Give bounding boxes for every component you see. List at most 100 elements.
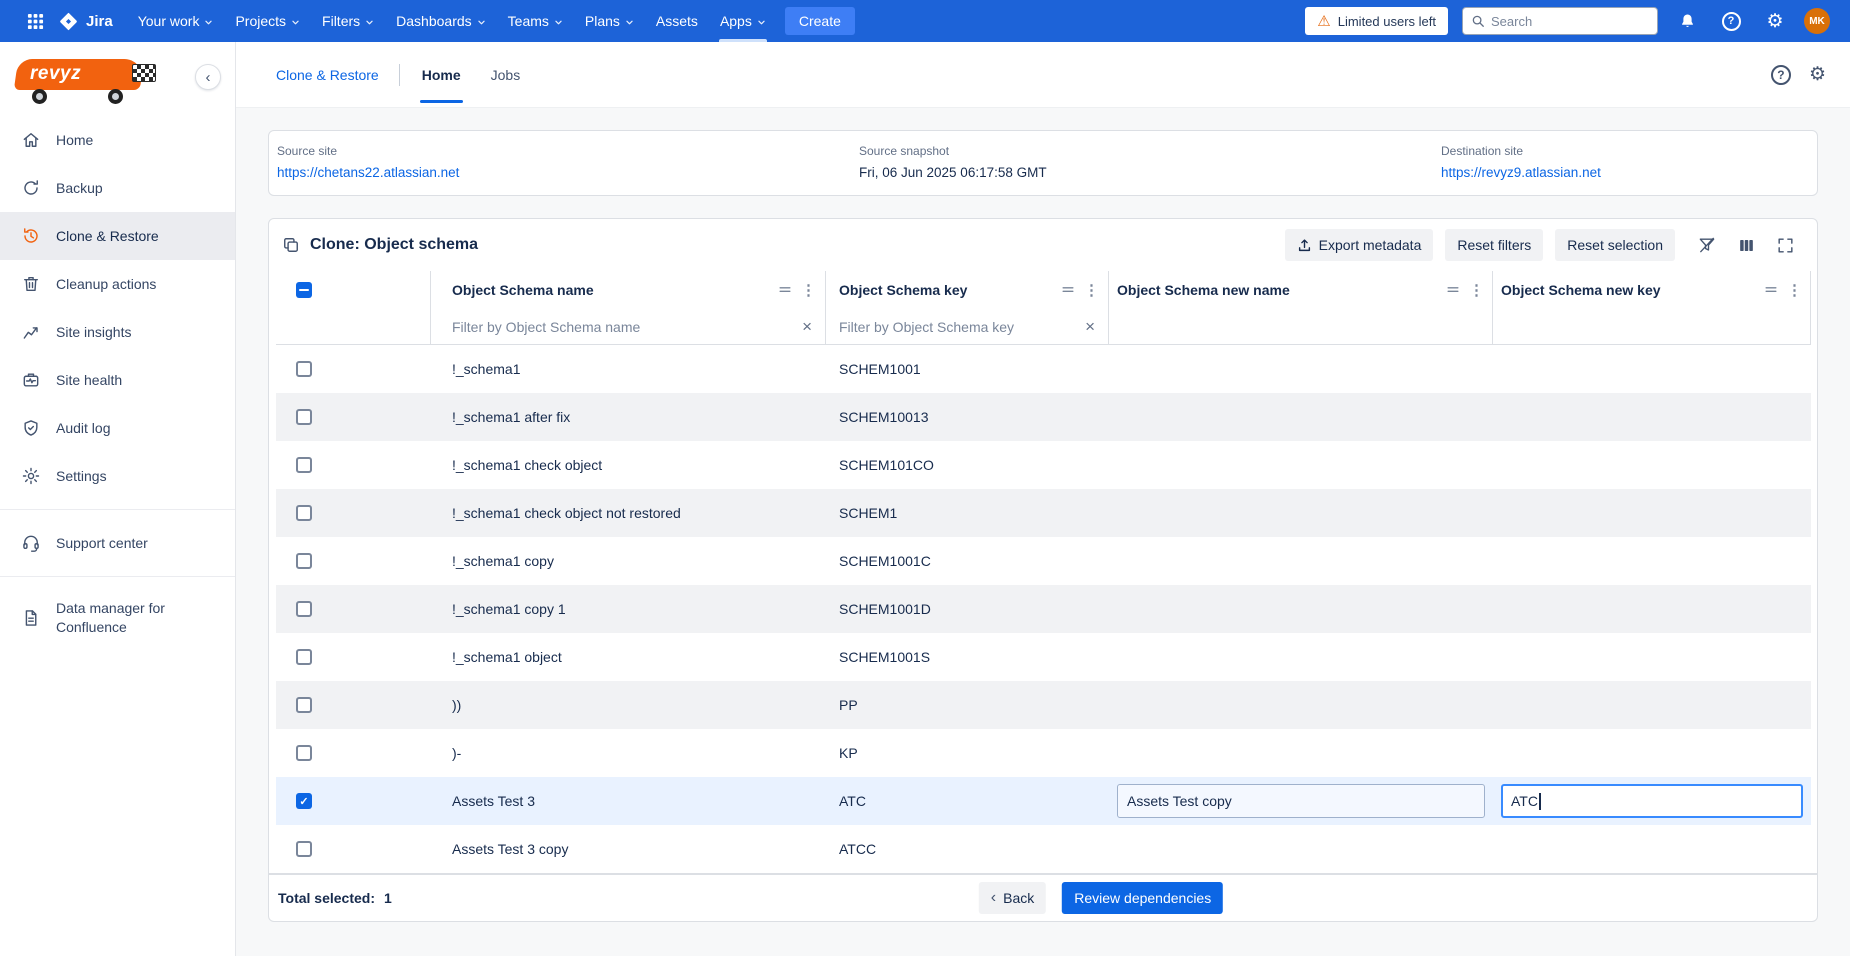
reset-selection-button[interactable]: Reset selection xyxy=(1555,229,1675,261)
limited-users-button[interactable]: ⚠ Limited users left xyxy=(1305,7,1448,35)
sidebar-item-settings[interactable]: Settings xyxy=(0,452,235,500)
text-caret xyxy=(1539,793,1541,810)
create-button[interactable]: Create xyxy=(785,7,855,35)
row-checkbox[interactable] xyxy=(296,841,312,857)
schema-new-name-cell xyxy=(1109,681,1493,729)
nav-item-your-work[interactable]: Your work xyxy=(127,0,225,42)
back-label: Back xyxy=(1003,890,1034,906)
filter-key-input[interactable] xyxy=(839,319,1082,335)
product-name: Jira xyxy=(86,13,113,30)
nav-item-label: Plans xyxy=(585,13,620,29)
table-row: !_schema1 check object SCHEM101CO xyxy=(276,441,1811,489)
new-name-input[interactable] xyxy=(1117,784,1485,818)
row-checkbox-cell xyxy=(276,537,431,585)
sidebar-item-label: Cleanup actions xyxy=(56,276,156,292)
schema-key-cell: ATCC xyxy=(826,825,1109,873)
select-all-checkbox[interactable] xyxy=(296,282,312,298)
hide-filters-icon[interactable] xyxy=(1697,235,1717,255)
schema-new-name-cell xyxy=(1109,825,1493,873)
tab-jobs[interactable]: Jobs xyxy=(489,42,523,108)
panel-title-wrap: Clone: Object schema xyxy=(281,235,478,255)
clone-info-card: Source site https://chetans22.atlassian.… xyxy=(268,130,1818,196)
drag-handle-icon[interactable] xyxy=(778,283,792,297)
sidebar-item-home[interactable]: Home xyxy=(0,116,235,164)
column-label: Object Schema new name xyxy=(1117,282,1290,298)
filter-name-input[interactable] xyxy=(452,319,799,335)
sidebar-item-audit-log[interactable]: Audit log xyxy=(0,404,235,452)
new-key-input[interactable]: ATC xyxy=(1501,784,1803,818)
row-checkbox[interactable] xyxy=(296,409,312,425)
clear-filter-icon[interactable]: × xyxy=(799,318,815,335)
review-dependencies-button[interactable]: Review dependencies xyxy=(1062,882,1223,914)
nav-help-button[interactable]: ? xyxy=(1716,6,1746,36)
drag-handle-icon[interactable] xyxy=(1446,283,1460,297)
sidebar-item-site-health[interactable]: Site health xyxy=(0,356,235,404)
schema-new-key-cell xyxy=(1493,393,1811,441)
destination-site-link[interactable]: https://revyz9.atlassian.net xyxy=(1441,165,1801,180)
tab-home[interactable]: Home xyxy=(420,42,463,108)
app-help-icon[interactable]: ? xyxy=(1771,65,1791,85)
row-checkbox[interactable] xyxy=(296,793,312,809)
reset-filters-button[interactable]: Reset filters xyxy=(1445,229,1543,261)
columns-icon[interactable] xyxy=(1737,236,1756,255)
home-icon xyxy=(20,129,42,151)
sidebar-item-backup[interactable]: Backup xyxy=(0,164,235,212)
column-menu-icon[interactable]: ⋮ xyxy=(1084,283,1099,298)
nav-item-projects[interactable]: Projects xyxy=(224,0,311,42)
search-input[interactable] xyxy=(1491,14,1649,29)
column-menu-icon[interactable]: ⋮ xyxy=(801,283,816,298)
tab-divider xyxy=(399,64,400,86)
sidebar-collapse-button[interactable]: ‹ xyxy=(195,64,221,90)
sidebar-item-cleanup-actions[interactable]: Cleanup actions xyxy=(0,260,235,308)
chevron-down-icon xyxy=(625,18,634,27)
app-settings-icon[interactable]: ⚙ xyxy=(1809,65,1826,84)
column-menu-icon[interactable]: ⋮ xyxy=(1787,283,1802,298)
table-row: )- KP xyxy=(276,729,1811,777)
row-checkbox[interactable] xyxy=(296,457,312,473)
clear-filter-icon[interactable]: × xyxy=(1082,318,1098,335)
app-title[interactable]: Clone & Restore xyxy=(276,67,379,83)
column-controls: ⋮ xyxy=(1061,283,1099,298)
total-selected-label: Total selected: xyxy=(278,890,375,906)
nav-item-assets[interactable]: Assets xyxy=(645,0,709,42)
nav-item-teams[interactable]: Teams xyxy=(497,0,574,42)
avatar[interactable]: MK xyxy=(1804,8,1830,34)
nav-settings-button[interactable]: ⚙ xyxy=(1760,6,1790,36)
row-checkbox[interactable] xyxy=(296,361,312,377)
sidebar-item-site-insights[interactable]: Site insights xyxy=(0,308,235,356)
schema-name-cell: !_schema1 check object not restored xyxy=(431,489,826,537)
source-site-link[interactable]: https://chetans22.atlassian.net xyxy=(277,165,859,180)
nav-item-filters[interactable]: Filters xyxy=(311,0,385,42)
schema-new-key-cell xyxy=(1493,729,1811,777)
revyz-logo[interactable]: revyz xyxy=(16,54,166,104)
table-row: Assets Test 3 ATC ATC xyxy=(276,777,1811,825)
app-switcher-icon[interactable] xyxy=(20,6,50,36)
nav-item-dashboards[interactable]: Dashboards xyxy=(385,0,497,42)
jira-logo-icon[interactable] xyxy=(58,11,79,32)
back-button[interactable]: ‹ Back xyxy=(979,882,1046,914)
row-checkbox[interactable] xyxy=(296,697,312,713)
tab-bar-icons: ? ⚙ xyxy=(1771,65,1826,85)
row-checkbox[interactable] xyxy=(296,649,312,665)
row-checkbox[interactable] xyxy=(296,601,312,617)
export-metadata-button[interactable]: Export metadata xyxy=(1285,229,1434,261)
notifications-button[interactable] xyxy=(1672,6,1702,36)
row-checkbox[interactable] xyxy=(296,745,312,761)
sidebar-item-data-manager[interactable]: Data manager for Confluence xyxy=(0,586,235,650)
sidebar-item-clone-restore[interactable]: Clone & Restore xyxy=(0,212,235,260)
nav-item-apps[interactable]: Apps xyxy=(709,0,777,42)
schema-name-cell: !_schema1 object xyxy=(431,633,826,681)
row-checkbox[interactable] xyxy=(296,553,312,569)
footer-actions: ‹ Back Review dependencies xyxy=(979,882,1223,914)
drag-handle-icon[interactable] xyxy=(1061,283,1075,297)
fullscreen-icon[interactable] xyxy=(1776,236,1795,255)
row-checkbox-cell xyxy=(276,345,431,393)
column-menu-icon[interactable]: ⋮ xyxy=(1469,283,1484,298)
nav-item-plans[interactable]: Plans xyxy=(574,0,645,42)
sidebar-item-support-center[interactable]: Support center xyxy=(0,519,235,567)
drag-handle-icon[interactable] xyxy=(1764,283,1778,297)
row-checkbox[interactable] xyxy=(296,505,312,521)
row-checkbox-cell xyxy=(276,393,431,441)
panel-footer: Total selected: 1 ‹ Back Review dependen… xyxy=(269,873,1817,921)
nav-item-label: Your work xyxy=(138,13,200,29)
